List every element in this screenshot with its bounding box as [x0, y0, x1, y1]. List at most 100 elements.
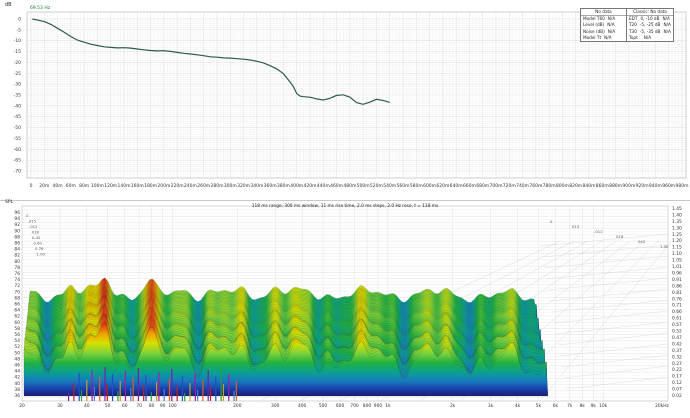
waterfall-spectrum-bar [220, 367, 222, 401]
waterfall-y-tick-label: 66 [14, 302, 20, 308]
waterfall-depth-label: 1.00 [37, 252, 46, 257]
decay-x-tick-label: 960m [662, 183, 675, 189]
waterfall-time-tick-label: 0.22 [672, 367, 682, 373]
decay-y-tick-label: -55 [14, 136, 21, 142]
waterfall-depth-label: 1.00 [660, 244, 669, 249]
waterfall-time-tick-label: 0.57 [672, 322, 682, 328]
waterfall-spectrum-bar [215, 377, 217, 401]
decay-graph-panel[interactable]: 0 -5 -10 -15 -20 -25 -30 -35 -40 -45 -50 -55 -60 -65 -… [0, 0, 690, 200]
classic-results-cell: N/A [663, 28, 671, 34]
waterfall-spectrum-bar [119, 381, 121, 401]
model-results-cell: Model T60 [583, 16, 605, 22]
model-results-cell: N/A [607, 22, 615, 28]
waterfall-x-tick-label: 10k [599, 403, 608, 409]
waterfall-x-tick-label: 700 [350, 403, 359, 409]
waterfall-time-tick-label: 1.15 [672, 245, 682, 251]
decay-x-tick-label: 60m [66, 183, 76, 189]
waterfall-spectrum-bar [145, 375, 147, 401]
decay-x-tick-label: 240m [184, 183, 197, 189]
waterfall-spectrum-bar [132, 378, 134, 401]
waterfall-spectrum-bar [78, 373, 80, 401]
decay-x-tick-label: 280m [211, 183, 224, 189]
waterfall-time-tick-label: 0.86 [672, 283, 682, 289]
decay-x-tick-label: 600m [423, 183, 436, 189]
waterfall-time-tick-label: 0.81 [672, 290, 682, 296]
decay-x-tick-label: 840m [583, 183, 596, 189]
decay-x-tick-label: 460m [330, 183, 343, 189]
decay-y-tick-label: -60 [14, 147, 21, 153]
decay-x-tick-label: 100m [91, 183, 104, 189]
waterfall-plot[interactable]: 9694929088868482807876747270686664626058… [0, 201, 690, 418]
waterfall-time-tick-label: 0.76 [672, 296, 682, 302]
waterfall-spectrum-bar [156, 382, 158, 401]
decay-x-tick-label: 780m [543, 183, 556, 189]
waterfall-spectrum-bar [143, 385, 145, 401]
waterfall-spectrum-bar [91, 370, 93, 401]
waterfall-y-tick-label: 70 [14, 289, 20, 295]
waterfall-x-tick-label: 2k [450, 403, 456, 409]
waterfall-depth-label: .015 [28, 219, 37, 224]
decay-y-tick-label: -5 [17, 27, 22, 33]
waterfall-y-tick-label: 90 [14, 228, 20, 234]
classic-results-cell: T30 [629, 28, 637, 34]
waterfall-spectrum-bar [93, 387, 95, 401]
decay-y-tick-label: -50 [14, 125, 21, 131]
waterfall-spectrum-bar [150, 392, 152, 401]
waterfall-y-tick-label: 50 [14, 350, 20, 356]
waterfall-y-tick-label: 74 [14, 277, 20, 283]
waterfall-spectrum-bar [189, 383, 191, 401]
waterfall-depth-label: 0.42 [32, 235, 41, 240]
waterfall-y-tick-label: 72 [14, 283, 20, 289]
waterfall-time-tick-label: 1.30 [672, 225, 682, 231]
waterfall-x-axis: 20 30 40 50 60 70 80 90 100 200 300 400 500 600 700 800… [19, 403, 669, 409]
classic-results-cell: T20 [629, 22, 637, 28]
decay-x-tick-label: 520m [370, 183, 383, 189]
waterfall-spectrum-bar [68, 393, 70, 401]
waterfall-x-tick-label: 8k [580, 403, 586, 409]
waterfall-time-tick-label: 1.35 [672, 219, 682, 225]
decay-x-tick-label: 820m [569, 183, 582, 189]
waterfall-time-tick-label: 0.52 [672, 329, 682, 335]
waterfall-y-tick-label: 68 [14, 295, 20, 301]
waterfall-time-tick-label: 0.27 [672, 361, 682, 367]
waterfall-spectrum-bar [73, 383, 75, 401]
waterfall-spectrum-bar [235, 381, 237, 401]
waterfall-spectrum-bar [163, 389, 165, 401]
waterfall-graph-panel[interactable]: 96 94 92 90 88 86 84 82 80 78 76 74 72 70 68 66 64 62 60 58… [0, 200, 690, 418]
decay-y-tick-label: -30 [14, 82, 21, 88]
waterfall-x-tick-label: 7k [567, 403, 573, 409]
waterfall-y-tick-label: 46 [14, 363, 20, 369]
decay-x-tick-label: 440m [317, 183, 330, 189]
waterfall-depth-label: .018 [31, 230, 40, 235]
waterfall-spectrum-bar [202, 380, 204, 401]
waterfall-spectrum-bar [194, 373, 196, 401]
decay-x-tick-label: 560m [397, 183, 410, 189]
model-results-table: No data Model T60 N/A Level (dB) N/A Noise (… [580, 8, 627, 43]
waterfall-depth-label: .012 [29, 224, 38, 229]
classic-results-cell: Topt [629, 34, 638, 40]
waterfall-y-tick-label: 40 [14, 381, 20, 387]
waterfall-time-tick-label: 1.20 [672, 238, 682, 244]
waterfall-spectrum-bar [171, 369, 173, 401]
waterfall-y-tick-label: 92 [14, 222, 20, 228]
model-results-cell: N/A [604, 34, 612, 40]
decay-x-tick-label: 120m [104, 183, 117, 189]
waterfall-y-tick-label: 48 [14, 356, 20, 362]
waterfall-y-tick-label: 60 [14, 320, 20, 326]
decay-x-tick-label: 340m [250, 183, 263, 189]
model-results-cell: Noise (dB) [583, 28, 605, 34]
waterfall-time-tick-label: 0.32 [672, 354, 682, 360]
waterfall-time-tick-label: 1.25 [672, 232, 682, 238]
decay-x-tick-label: 580m [410, 183, 423, 189]
waterfall-time-tick-label: 0.37 [672, 348, 682, 354]
decay-x-tick-label: 940m [649, 183, 662, 189]
waterfall-spectrum-bar [184, 393, 186, 401]
waterfall-x-tick-label: 3k [488, 403, 494, 409]
decay-x-tick-label: 260m [197, 183, 210, 189]
classic-results-cell: N/A [662, 16, 670, 22]
classic-results-cell: N/A [643, 34, 652, 40]
waterfall-y-tick-label: 44 [14, 369, 20, 375]
waterfall-spectrum-bar [86, 380, 88, 401]
waterfall-x-tick-label: 1k [385, 403, 391, 409]
decay-x-tick-label: 900m [622, 183, 635, 189]
